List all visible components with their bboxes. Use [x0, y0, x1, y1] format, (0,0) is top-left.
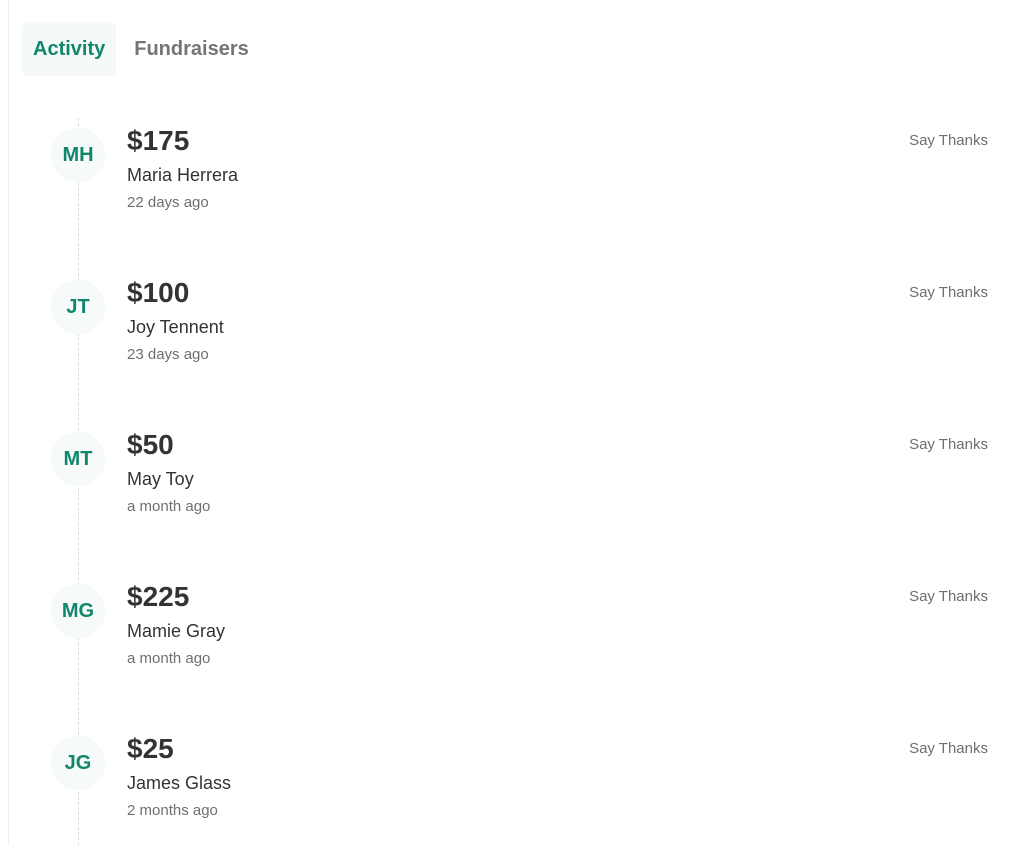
donation-amount: $225	[127, 581, 190, 612]
donation-amount: $175	[127, 125, 190, 156]
donation-time: 23 days ago	[127, 346, 209, 363]
avatar: JT	[51, 280, 105, 334]
avatar: JG	[51, 736, 105, 790]
tab-bar: Activity Fundraisers	[22, 22, 264, 76]
activity-feed: MH $175 Maria Herrera 22 days ago Say Th…	[0, 108, 1021, 845]
donation-time: a month ago	[127, 650, 211, 667]
avatar: MT	[51, 432, 105, 486]
tab-fundraisers[interactable]: Fundraisers	[119, 22, 263, 76]
avatar: MG	[51, 584, 105, 638]
activity-item: JT $100 Joy Tennent 23 days ago Say Than…	[0, 260, 1021, 412]
tab-activity[interactable]: Activity	[22, 22, 117, 76]
say-thanks-button[interactable]: Say Thanks	[909, 435, 988, 455]
donor-name: Maria Herrera	[127, 165, 239, 185]
donation-time: 2 months ago	[127, 802, 218, 819]
activity-item: MH $175 Maria Herrera 22 days ago Say Th…	[0, 108, 1021, 260]
donor-name: Mamie Gray	[127, 621, 226, 641]
donor-name: May Toy	[127, 469, 194, 489]
say-thanks-button[interactable]: Say Thanks	[909, 739, 988, 759]
activity-item: MT $50 May Toy a month ago Say Thanks	[0, 412, 1021, 564]
say-thanks-button[interactable]: Say Thanks	[909, 587, 988, 607]
donation-amount: $25	[127, 733, 174, 764]
donation-amount: $50	[127, 429, 174, 460]
donation-amount: $100	[127, 277, 190, 308]
donor-name: Joy Tennent	[127, 317, 224, 337]
avatar: MH	[51, 128, 105, 182]
donor-name: James Glass	[127, 773, 232, 793]
activity-item: MG $225 Mamie Gray a month ago Say Thank…	[0, 564, 1021, 716]
donation-time: 22 days ago	[127, 194, 209, 211]
say-thanks-button[interactable]: Say Thanks	[909, 283, 988, 303]
say-thanks-button[interactable]: Say Thanks	[909, 131, 988, 151]
donation-time: a month ago	[127, 498, 211, 515]
activity-item: JG $25 James Glass 2 months ago Say Than…	[0, 716, 1021, 845]
